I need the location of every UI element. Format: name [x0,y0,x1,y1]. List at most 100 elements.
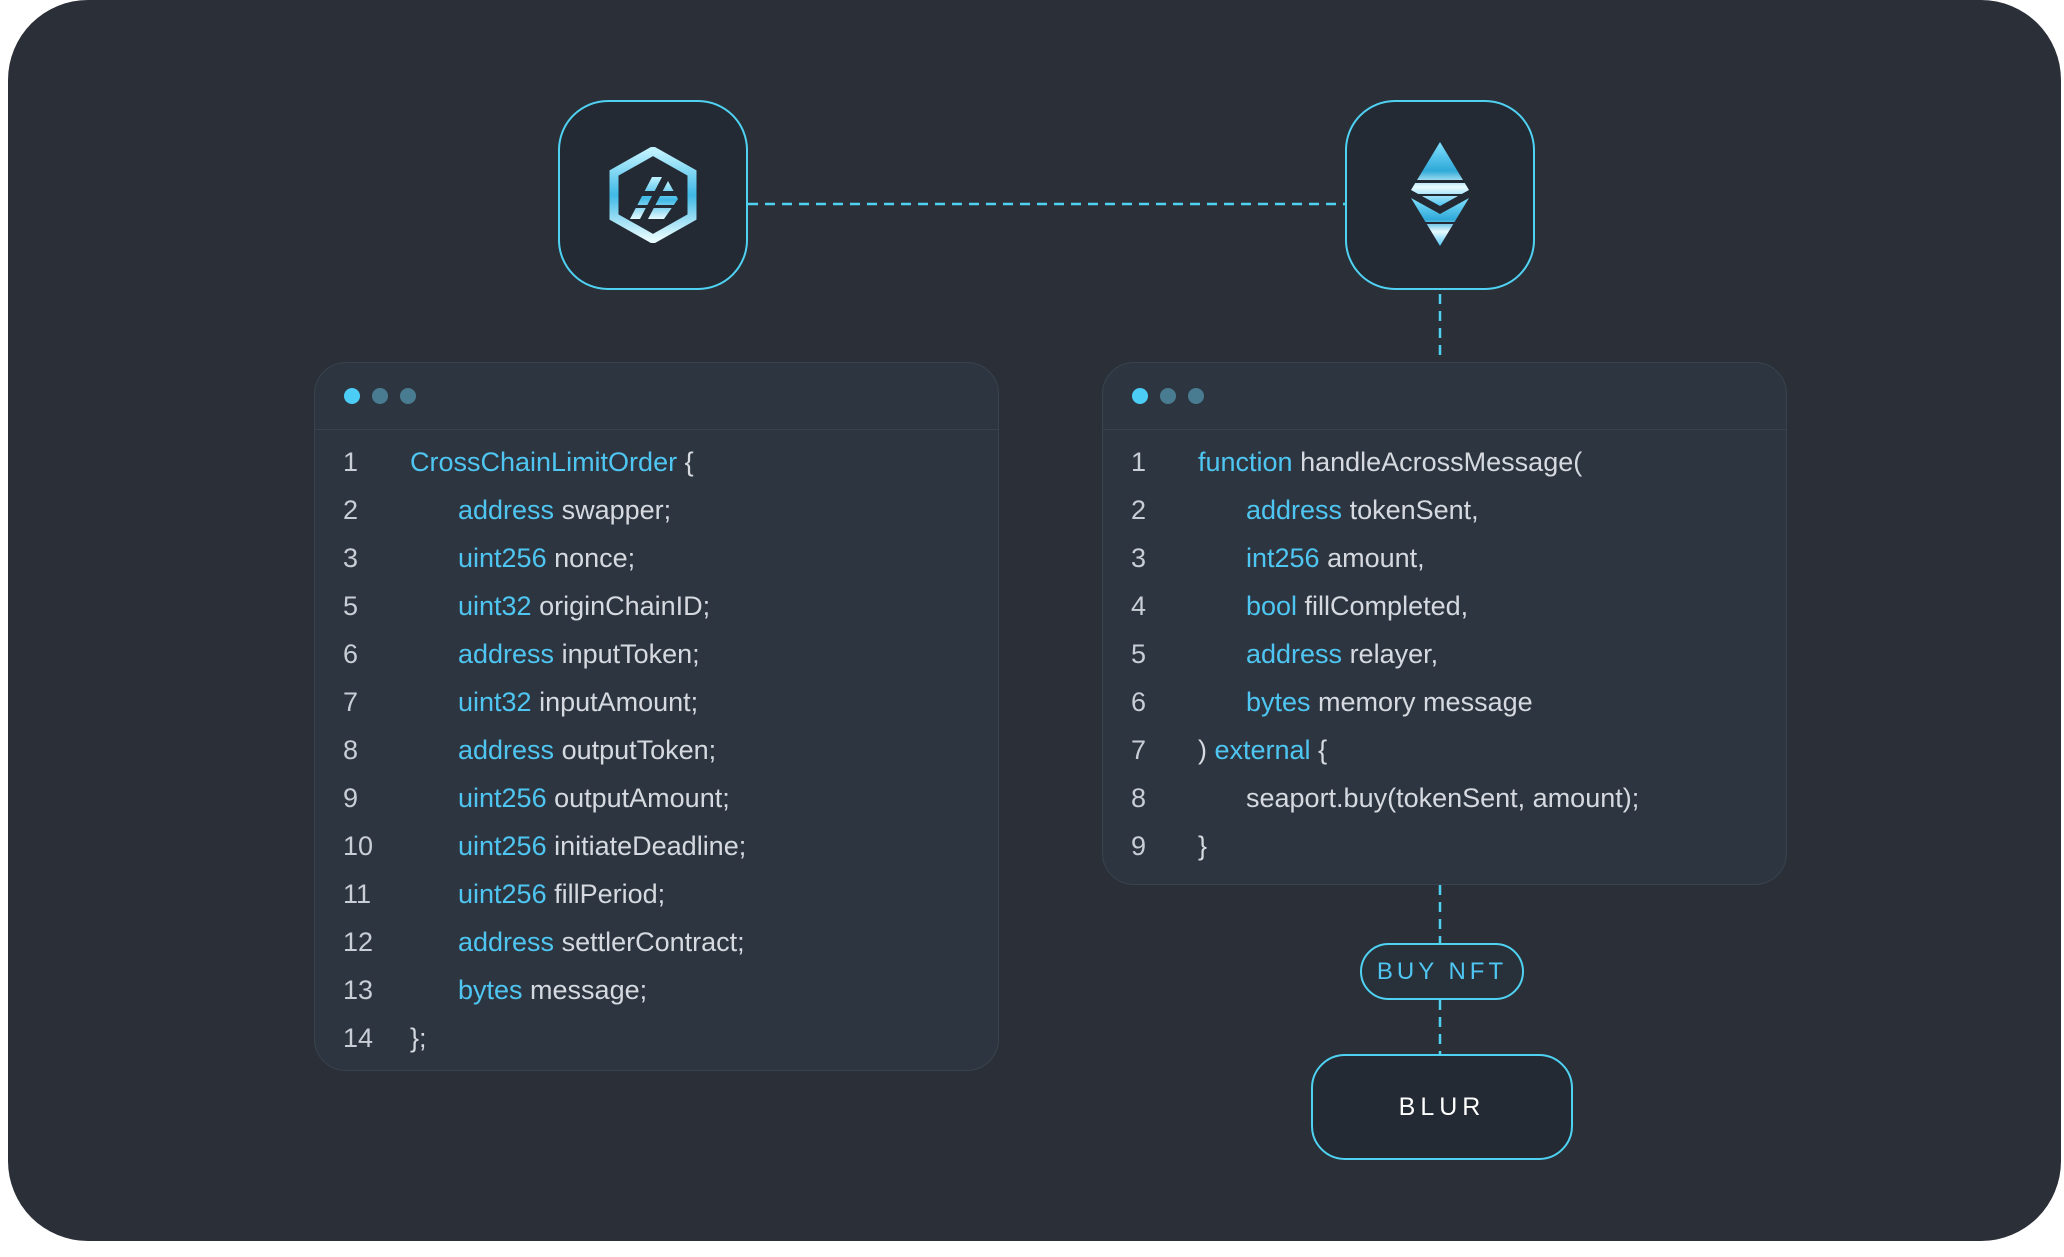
code-text: bytes memory message [1246,678,1533,726]
line-number: 3 [1131,543,1147,573]
left-code-block: 1 CrossChainLimitOrder {2 address swapper;… [315,438,998,1062]
line-number: 12 [343,927,374,957]
code-text: }; [410,1014,427,1062]
code-keyword: bool [1246,591,1298,621]
code-rest: { [677,447,694,477]
window-dot-2 [1160,388,1176,404]
line-number: 9 [1131,831,1147,861]
code-text: uint256 outputAmount; [458,774,730,822]
code-text: CrossChainLimitOrder { [410,438,694,486]
code-rest: initiateDeadline; [546,831,747,861]
code-text: uint32 inputAmount; [458,678,698,726]
code-text: int256 amount, [1246,534,1425,582]
window-dot-3 [400,388,416,404]
code-keyword: external [1214,735,1311,765]
line-number: 8 [1131,783,1147,813]
code-line: 5 uint32 originChainID; [315,582,998,630]
code-keyword: address [1246,495,1343,525]
code-keyword: uint256 [458,879,547,909]
line-number: 9 [343,783,359,813]
code-text: address settlerContract; [458,918,745,966]
code-keyword: uint32 [458,687,532,717]
code-text: address tokenSent, [1246,486,1479,534]
code-line: 14}; [315,1014,998,1062]
code-line: 7) external { [1103,726,1786,774]
code-keyword: address [1246,639,1343,669]
blur-node: BLUR [1311,1054,1573,1160]
code-keyword: uint256 [458,543,547,573]
code-keyword: int256 [1246,543,1320,573]
line-number: 11 [343,879,372,909]
code-text: function handleAcrossMessage( [1198,438,1582,486]
code-line: 1 function handleAcrossMessage( [1103,438,1786,486]
code-rest: swapper; [554,495,672,525]
code-line: 13 bytes message; [315,966,998,1014]
code-rest: nonce; [546,543,636,573]
code-line: 7 uint32 inputAmount; [315,678,998,726]
code-rest: } [1198,831,1208,861]
ethereum-node [1345,100,1535,290]
line-number: 14 [343,1023,374,1053]
code-keyword: uint256 [458,831,547,861]
code-text: bool fillCompleted, [1246,582,1468,630]
line-number: 4 [1131,591,1147,621]
code-text: address outputToken; [458,726,716,774]
code-line: 3 int256 amount, [1103,534,1786,582]
line-number: 6 [1131,687,1147,717]
code-rest: }; [410,1023,427,1053]
code-rest: originChainID; [531,591,711,621]
line-number: 6 [343,639,359,669]
code-rest: message; [522,975,648,1005]
code-text: uint32 originChainID; [458,582,710,630]
code-text: address swapper; [458,486,671,534]
code-text: address inputToken; [458,630,700,678]
code-line: 8 address outputToken; [315,726,998,774]
code-keyword: address [458,495,555,525]
right-code-panel: 1 function handleAcrossMessage(2 address t… [1102,362,1787,885]
code-text: uint256 initiateDeadline; [458,822,746,870]
code-line: 6 address inputToken; [315,630,998,678]
code-keyword: function [1198,447,1293,477]
code-line: 2 address swapper; [315,486,998,534]
line-number: 2 [343,495,359,525]
code-rest: tokenSent, [1342,495,1479,525]
across-node [558,100,748,290]
code-rest: { [1310,735,1328,765]
code-rest: outputAmount; [546,783,730,813]
line-number: 3 [343,543,359,573]
code-rest: seaport.buy(tokenSent, amount); [1246,783,1640,813]
code-line: 2 address tokenSent, [1103,486,1786,534]
line-number: 7 [343,687,359,717]
code-keyword: address [458,927,555,957]
code-text: uint256 nonce; [458,534,635,582]
code-rest: relayer, [1342,639,1439,669]
code-line: 4 bool fillCompleted, [1103,582,1786,630]
code-rest: handleAcrossMessage( [1292,447,1583,477]
diagram-canvas: 1 CrossChainLimitOrder {2 address swapper;… [8,0,2061,1241]
code-line: 9} [1103,822,1786,870]
code-keyword: bytes [458,975,523,1005]
code-text: ) external { [1198,726,1327,774]
code-line: 5 address relayer, [1103,630,1786,678]
line-number: 1 [343,447,359,477]
code-rest: outputToken; [554,735,717,765]
code-text: uint256 fillPeriod; [458,870,665,918]
code-line: 12 address settlerContract; [315,918,998,966]
line-number: 13 [343,975,374,1005]
line-number: 5 [343,591,359,621]
code-text: } [1198,822,1207,870]
window-dot-2 [372,388,388,404]
code-punctuation: ) [1198,735,1215,765]
code-keyword: uint256 [458,783,547,813]
code-rest: settlerContract; [554,927,745,957]
window-controls [315,363,998,430]
code-line: 11 uint256 fillPeriod; [315,870,998,918]
code-keyword: uint32 [458,591,532,621]
code-line: 1 CrossChainLimitOrder { [315,438,998,486]
line-number: 1 [1131,447,1147,477]
code-keyword: CrossChainLimitOrder [410,447,678,477]
code-line: 10 uint256 initiateDeadline; [315,822,998,870]
across-protocol-logo-icon [609,147,697,243]
ethereum-logo-icon [1405,142,1475,246]
code-keyword: address [458,735,555,765]
